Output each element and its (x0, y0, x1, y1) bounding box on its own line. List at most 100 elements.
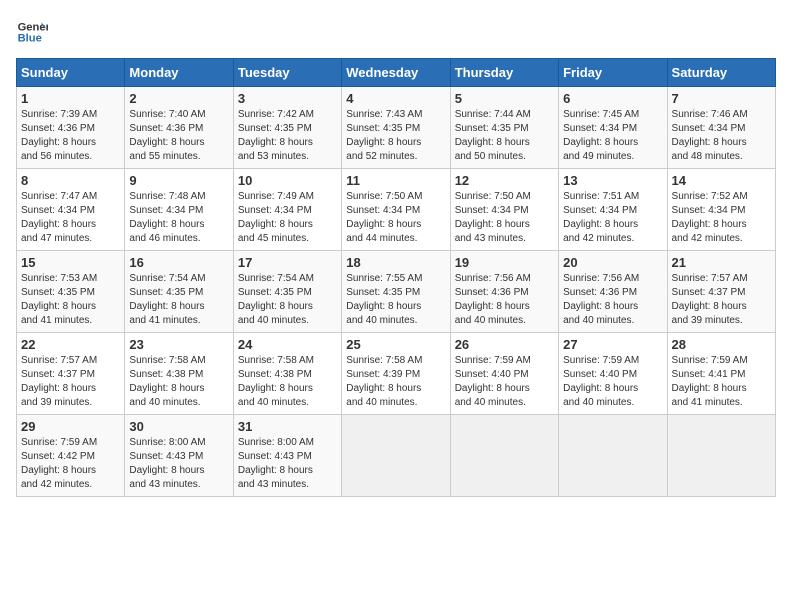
calendar-cell: 2 Sunrise: 7:40 AMSunset: 4:36 PMDaylight… (125, 87, 233, 169)
day-info: Sunrise: 7:52 AMSunset: 4:34 PMDaylight:… (672, 190, 771, 246)
calendar-cell: 31 Sunrise: 8:00 AMSunset: 4:43 PMDayligh… (233, 415, 341, 497)
day-info: Sunrise: 7:50 AMSunset: 4:34 PMDaylight:… (455, 190, 554, 246)
day-info: Sunrise: 7:39 AMSunset: 4:36 PMDaylight:… (21, 108, 120, 164)
day-info: Sunrise: 7:45 AMSunset: 4:34 PMDaylight:… (563, 108, 662, 164)
day-info: Sunrise: 7:58 AMSunset: 4:39 PMDaylight:… (346, 354, 445, 410)
day-number: 12 (455, 173, 554, 188)
weekday-header-friday: Friday (559, 59, 667, 87)
calendar-cell: 21 Sunrise: 7:57 AMSunset: 4:37 PMDayligh… (667, 251, 775, 333)
day-info: Sunrise: 7:57 AMSunset: 4:37 PMDaylight:… (672, 272, 771, 328)
day-info: Sunrise: 7:49 AMSunset: 4:34 PMDaylight:… (238, 190, 337, 246)
calendar-cell (342, 415, 450, 497)
day-info: Sunrise: 7:40 AMSunset: 4:36 PMDaylight:… (129, 108, 228, 164)
calendar-cell: 8 Sunrise: 7:47 AMSunset: 4:34 PMDaylight… (17, 169, 125, 251)
day-info: Sunrise: 7:48 AMSunset: 4:34 PMDaylight:… (129, 190, 228, 246)
day-info: Sunrise: 7:56 AMSunset: 4:36 PMDaylight:… (455, 272, 554, 328)
day-info: Sunrise: 7:42 AMSunset: 4:35 PMDaylight:… (238, 108, 337, 164)
svg-text:Blue: Blue (18, 33, 42, 45)
calendar-cell: 28 Sunrise: 7:59 AMSunset: 4:41 PMDayligh… (667, 333, 775, 415)
calendar-body: 1 Sunrise: 7:39 AMSunset: 4:36 PMDaylight… (17, 87, 776, 497)
day-number: 11 (346, 173, 445, 188)
weekday-header-thursday: Thursday (450, 59, 558, 87)
calendar-cell: 17 Sunrise: 7:54 AMSunset: 4:35 PMDayligh… (233, 251, 341, 333)
day-info: Sunrise: 7:59 AMSunset: 4:41 PMDaylight:… (672, 354, 771, 410)
week-row-5: 29 Sunrise: 7:59 AMSunset: 4:42 PMDayligh… (17, 415, 776, 497)
calendar-cell: 19 Sunrise: 7:56 AMSunset: 4:36 PMDayligh… (450, 251, 558, 333)
calendar-cell: 4 Sunrise: 7:43 AMSunset: 4:35 PMDaylight… (342, 87, 450, 169)
day-info: Sunrise: 7:46 AMSunset: 4:34 PMDaylight:… (672, 108, 771, 164)
day-info: Sunrise: 7:59 AMSunset: 4:40 PMDaylight:… (563, 354, 662, 410)
day-number: 28 (672, 337, 771, 352)
calendar-cell: 22 Sunrise: 7:57 AMSunset: 4:37 PMDayligh… (17, 333, 125, 415)
calendar-cell (450, 415, 558, 497)
calendar-cell: 6 Sunrise: 7:45 AMSunset: 4:34 PMDaylight… (559, 87, 667, 169)
day-number: 20 (563, 255, 662, 270)
calendar-header: SundayMondayTuesdayWednesdayThursdayFrid… (17, 59, 776, 87)
calendar-cell (559, 415, 667, 497)
calendar-cell: 30Sunrise: 8:00 AMSunset: 4:43 PMDayligh… (125, 415, 233, 497)
day-number: 30 (129, 419, 228, 434)
day-info: Sunrise: 7:47 AMSunset: 4:34 PMDaylight:… (21, 190, 120, 246)
day-info: Sunrise: 7:55 AMSunset: 4:35 PMDaylight:… (346, 272, 445, 328)
day-number: 18 (346, 255, 445, 270)
week-row-1: 1 Sunrise: 7:39 AMSunset: 4:36 PMDaylight… (17, 87, 776, 169)
day-info: Sunrise: 7:50 AMSunset: 4:34 PMDaylight:… (346, 190, 445, 246)
day-info: Sunrise: 7:54 AMSunset: 4:35 PMDaylight:… (129, 272, 228, 328)
calendar-cell: 16 Sunrise: 7:54 AMSunset: 4:35 PMDayligh… (125, 251, 233, 333)
calendar-cell: 23Sunrise: 7:58 AMSunset: 4:38 PMDayligh… (125, 333, 233, 415)
calendar-cell: 5Sunrise: 7:44 AMSunset: 4:35 PMDaylight… (450, 87, 558, 169)
day-number: 3 (238, 91, 337, 106)
day-number: 19 (455, 255, 554, 270)
day-number: 7 (672, 91, 771, 106)
day-info: Sunrise: 7:43 AMSunset: 4:35 PMDaylight:… (346, 108, 445, 164)
logo-icon: General Blue (16, 16, 48, 48)
calendar-cell: 7 Sunrise: 7:46 AMSunset: 4:34 PMDaylight… (667, 87, 775, 169)
week-row-4: 22 Sunrise: 7:57 AMSunset: 4:37 PMDayligh… (17, 333, 776, 415)
day-number: 29 (21, 419, 120, 434)
calendar-cell: 14 Sunrise: 7:52 AMSunset: 4:34 PMDayligh… (667, 169, 775, 251)
calendar-cell: 25Sunrise: 7:58 AMSunset: 4:39 PMDayligh… (342, 333, 450, 415)
day-number: 1 (21, 91, 120, 106)
calendar-cell: 3 Sunrise: 7:42 AMSunset: 4:35 PMDaylight… (233, 87, 341, 169)
calendar-cell: 13 Sunrise: 7:51 AMSunset: 4:34 PMDayligh… (559, 169, 667, 251)
weekday-header-saturday: Saturday (667, 59, 775, 87)
day-number: 2 (129, 91, 228, 106)
day-number: 6 (563, 91, 662, 106)
day-number: 8 (21, 173, 120, 188)
day-info: Sunrise: 7:44 AMSunset: 4:35 PMDaylight:… (455, 108, 554, 164)
day-number: 17 (238, 255, 337, 270)
day-info: Sunrise: 7:57 AMSunset: 4:37 PMDaylight:… (21, 354, 120, 410)
header: General Blue (16, 16, 776, 48)
day-number: 9 (129, 173, 228, 188)
day-info: Sunrise: 7:59 AMSunset: 4:42 PMDaylight:… (21, 436, 120, 492)
day-info: Sunrise: 7:54 AMSunset: 4:35 PMDaylight:… (238, 272, 337, 328)
weekday-header-sunday: Sunday (17, 59, 125, 87)
day-number: 10 (238, 173, 337, 188)
calendar-cell: 20Sunrise: 7:56 AMSunset: 4:36 PMDayligh… (559, 251, 667, 333)
day-number: 16 (129, 255, 228, 270)
day-number: 23 (129, 337, 228, 352)
day-info: Sunrise: 7:59 AMSunset: 4:40 PMDaylight:… (455, 354, 554, 410)
day-number: 21 (672, 255, 771, 270)
day-number: 27 (563, 337, 662, 352)
day-number: 22 (21, 337, 120, 352)
day-number: 14 (672, 173, 771, 188)
day-number: 15 (21, 255, 120, 270)
day-number: 13 (563, 173, 662, 188)
calendar-cell: 9 Sunrise: 7:48 AMSunset: 4:34 PMDaylight… (125, 169, 233, 251)
calendar-cell: 10 Sunrise: 7:49 AMSunset: 4:34 PMDayligh… (233, 169, 341, 251)
weekday-header-monday: Monday (125, 59, 233, 87)
day-info: Sunrise: 7:53 AMSunset: 4:35 PMDaylight:… (21, 272, 120, 328)
day-number: 24 (238, 337, 337, 352)
week-row-3: 15 Sunrise: 7:53 AMSunset: 4:35 PMDayligh… (17, 251, 776, 333)
calendar-cell: 18 Sunrise: 7:55 AMSunset: 4:35 PMDayligh… (342, 251, 450, 333)
weekday-header-tuesday: Tuesday (233, 59, 341, 87)
calendar-cell: 12 Sunrise: 7:50 AMSunset: 4:34 PMDayligh… (450, 169, 558, 251)
calendar-cell: 26Sunrise: 7:59 AMSunset: 4:40 PMDayligh… (450, 333, 558, 415)
day-number: 31 (238, 419, 337, 434)
day-number: 4 (346, 91, 445, 106)
day-info: Sunrise: 7:51 AMSunset: 4:34 PMDaylight:… (563, 190, 662, 246)
svg-text:General: General (18, 21, 48, 33)
calendar-cell: 11 Sunrise: 7:50 AMSunset: 4:34 PMDayligh… (342, 169, 450, 251)
day-info: Sunrise: 8:00 AMSunset: 4:43 PMDaylight:… (238, 436, 337, 492)
